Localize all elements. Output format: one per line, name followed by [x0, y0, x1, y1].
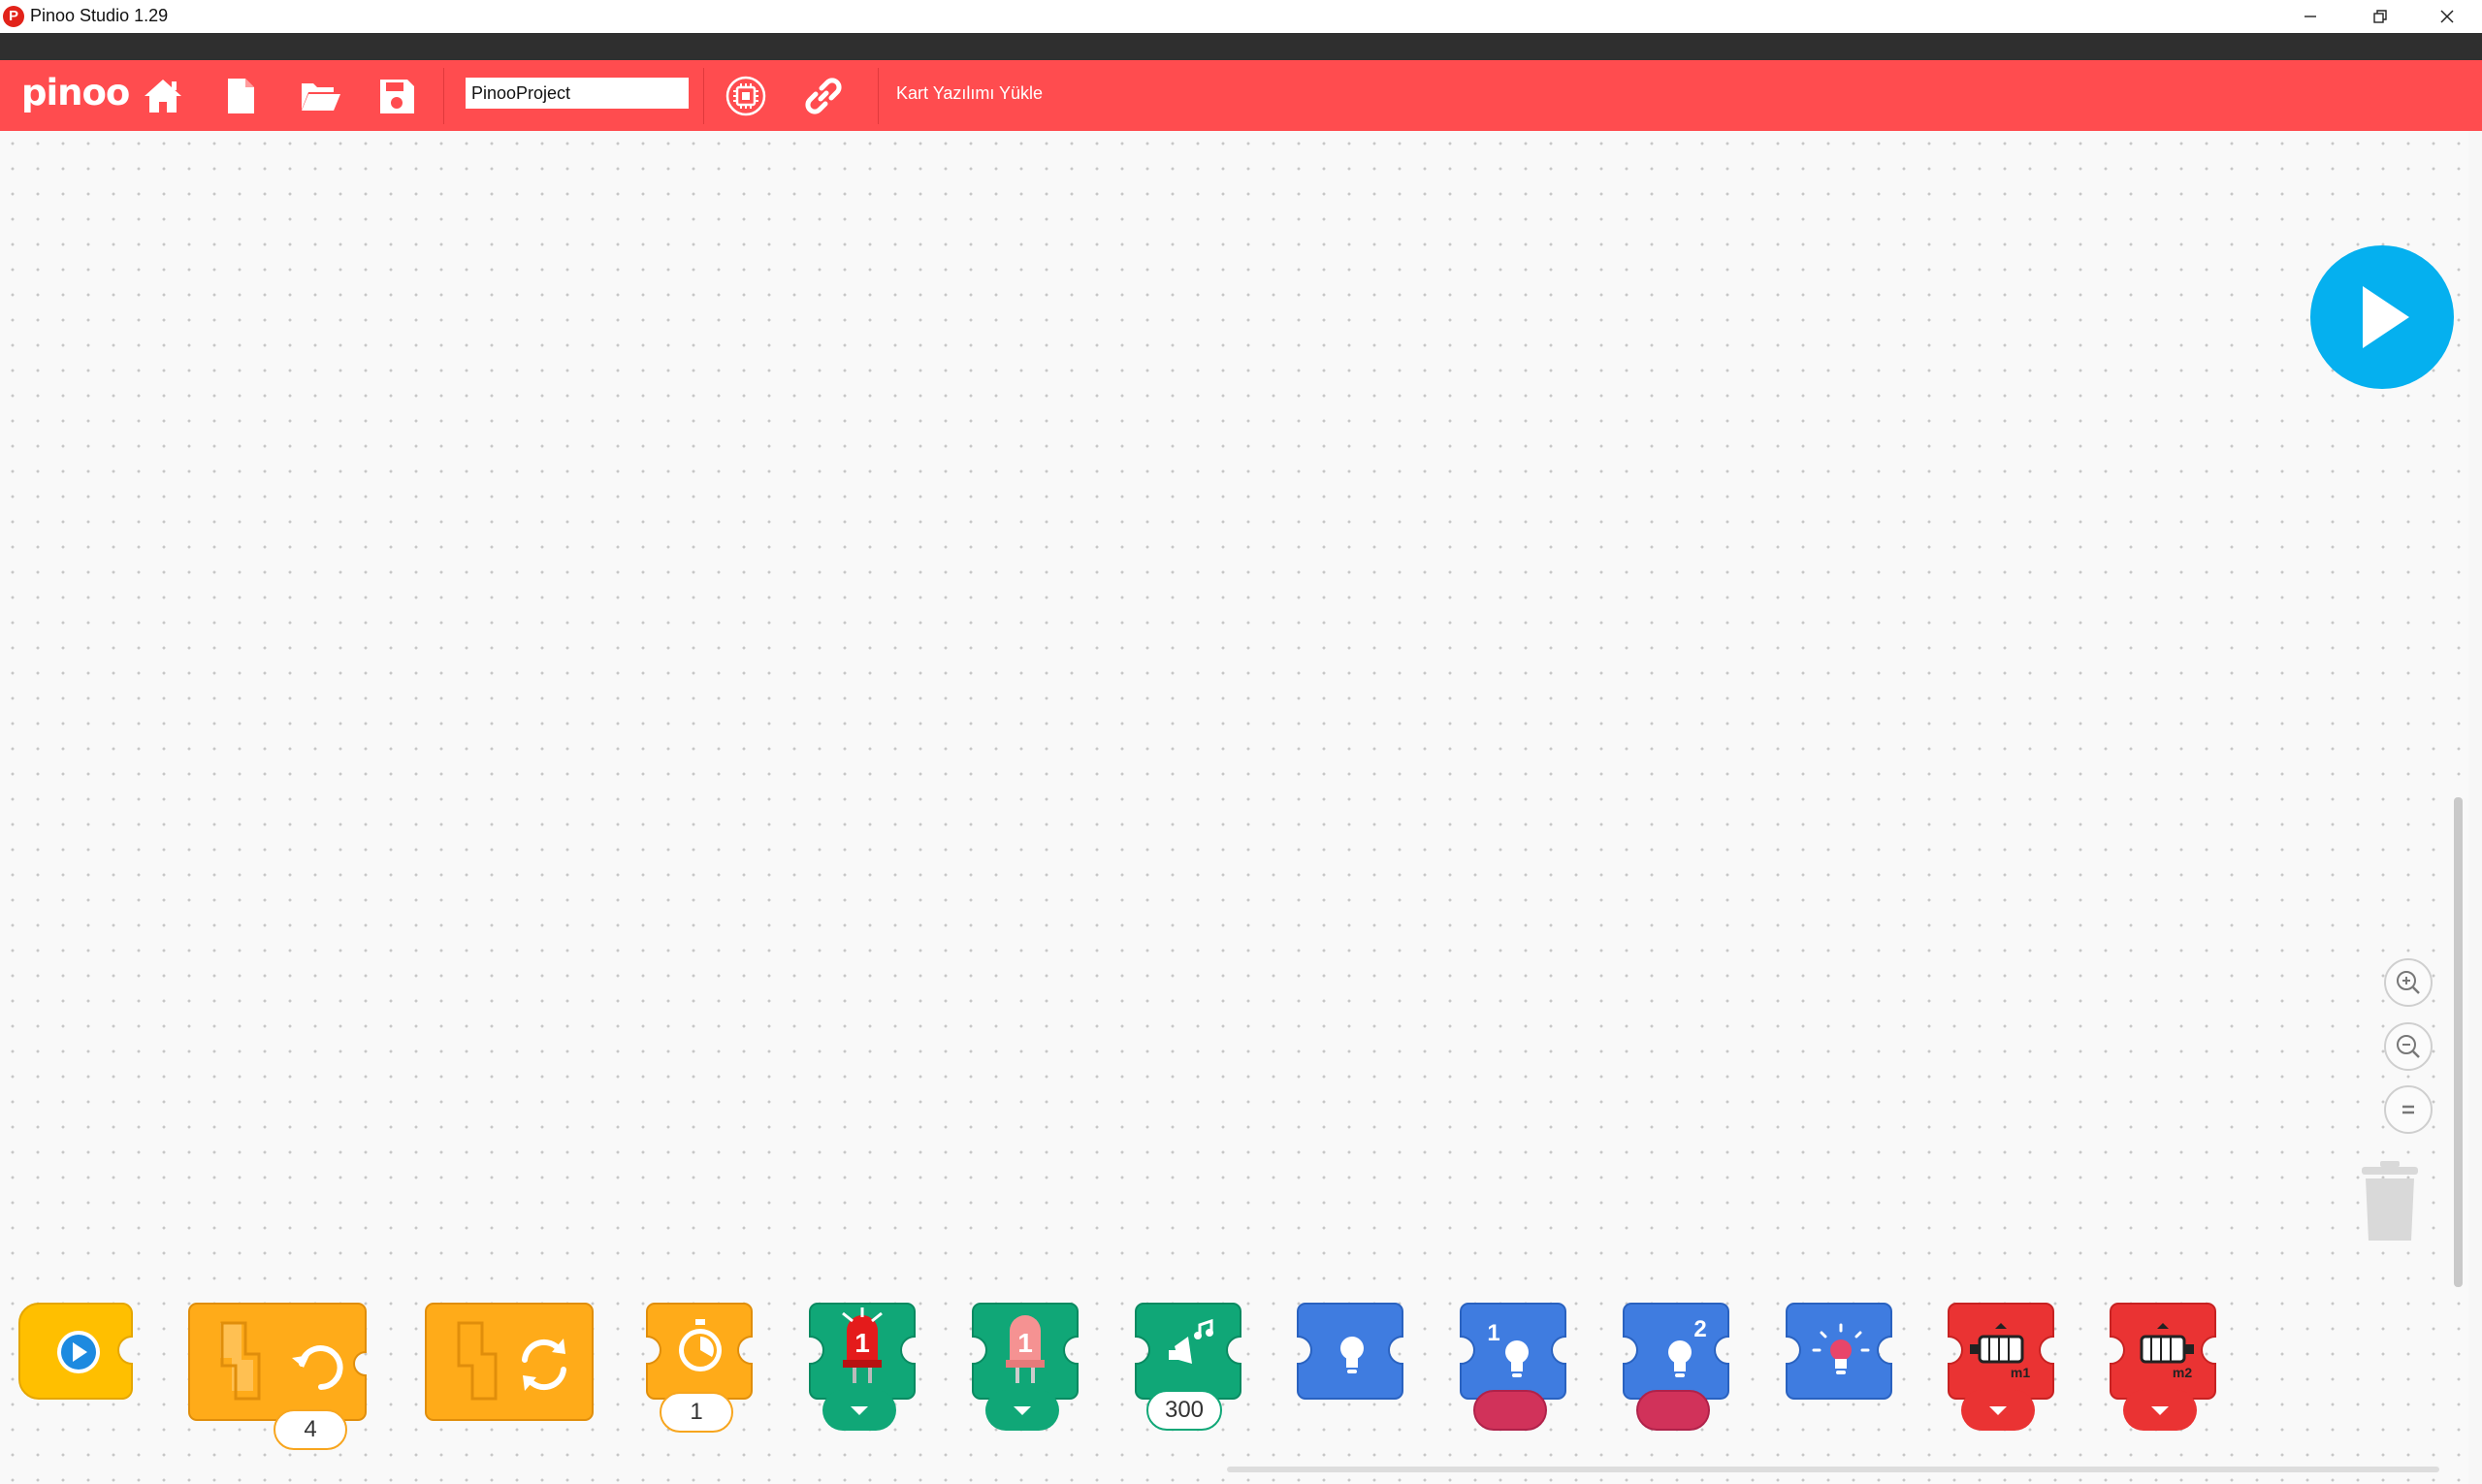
chevron-down-icon: [851, 1405, 868, 1415]
block-workspace[interactable]: [0, 131, 2468, 1484]
toolbar-separator: [703, 68, 704, 124]
pinoo-logo: pinoo: [21, 72, 130, 113]
save-button[interactable]: [373, 73, 420, 119]
chevron-down-icon: [1989, 1405, 2007, 1415]
restore-icon: [2373, 10, 2387, 23]
play-icon: [2363, 286, 2409, 348]
zoom-in-icon: [2397, 971, 2420, 994]
zoom-out-icon: [2397, 1035, 2420, 1058]
forever-block[interactable]: [424, 1302, 596, 1422]
rgb-light-block[interactable]: [1296, 1302, 1408, 1403]
wait-seconds-input[interactable]: 1: [660, 1392, 733, 1433]
zoom-in-button[interactable]: [2384, 958, 2433, 1007]
new-file-button[interactable]: [217, 73, 264, 119]
home-button[interactable]: [140, 73, 186, 119]
motor-m2-dropdown[interactable]: [2123, 1390, 2197, 1431]
chevron-down-icon: [1014, 1405, 1031, 1415]
repeat-count-input[interactable]: 4: [274, 1409, 347, 1450]
motor-label: m2: [2173, 1365, 2192, 1380]
restore-button[interactable]: [2345, 0, 2415, 33]
buzzer-block[interactable]: [1134, 1302, 1246, 1403]
link-icon: [805, 78, 842, 114]
project-name-input[interactable]: [466, 78, 689, 109]
open-folder-icon: [302, 83, 340, 111]
app-logo-icon: P: [3, 6, 24, 27]
run-button[interactable]: [2310, 245, 2454, 389]
trash-icon: [2362, 1161, 2418, 1241]
vertical-scrollbar[interactable]: [2454, 797, 2463, 1287]
toolbar-separator: [878, 68, 879, 124]
upload-firmware-button[interactable]: Kart Yazılımı Yükle: [896, 83, 1043, 104]
home-icon: [145, 80, 181, 113]
chip-button[interactable]: [723, 73, 769, 119]
window-title: Pinoo Studio 1.29: [30, 6, 169, 25]
led-off-block[interactable]: 1: [971, 1302, 1083, 1403]
trash-can[interactable]: [2360, 1161, 2420, 1242]
rgb-light-1-block[interactable]: 1: [1459, 1302, 1571, 1403]
menu-strip: [0, 33, 2482, 60]
motor-m1-block[interactable]: m1: [1947, 1302, 2059, 1403]
connect-button[interactable]: [800, 73, 847, 119]
motor-m2-block[interactable]: m2: [2109, 1302, 2221, 1403]
led-on-block[interactable]: 1: [808, 1302, 920, 1403]
buzzer-frequency-input[interactable]: 300: [1146, 1390, 1222, 1431]
zoom-reset-icon: [2402, 1105, 2414, 1114]
led-number-badge: 1: [854, 1328, 870, 1358]
light-number-badge: 2: [1693, 1316, 1706, 1342]
close-icon: [2440, 10, 2454, 23]
repeat-block[interactable]: [187, 1302, 373, 1422]
close-button[interactable]: [2412, 0, 2482, 33]
main-toolbar: pinoo: [0, 60, 2482, 131]
open-folder-button[interactable]: [297, 73, 343, 119]
motor-label: m1: [2011, 1365, 2030, 1380]
new-file-icon: [228, 79, 254, 113]
rgb-light-2-block[interactable]: 2: [1622, 1302, 1734, 1403]
light-number-badge: 1: [1487, 1320, 1499, 1346]
led-off-dropdown[interactable]: [985, 1390, 1059, 1431]
start-block[interactable]: [17, 1302, 138, 1403]
rgb-off-block[interactable]: [1785, 1302, 1897, 1403]
horizontal-scrollbar[interactable]: [1227, 1467, 2439, 1472]
zoom-out-button[interactable]: [2384, 1022, 2433, 1071]
play-icon: [57, 1331, 100, 1373]
window-titlebar: P Pinoo Studio 1.29: [0, 0, 2482, 33]
color-picker-2[interactable]: [1636, 1390, 1710, 1431]
chevron-down-icon: [2151, 1405, 2169, 1415]
zoom-reset-button[interactable]: [2384, 1085, 2433, 1134]
chip-icon: [725, 76, 766, 116]
wait-block[interactable]: [645, 1302, 757, 1403]
toolbar-separator: [443, 68, 444, 124]
minimize-button[interactable]: [2275, 0, 2345, 33]
led-on-dropdown[interactable]: [822, 1390, 896, 1431]
color-picker-1[interactable]: [1473, 1390, 1547, 1431]
motor-m1-dropdown[interactable]: [1961, 1390, 2035, 1431]
minimize-icon: [2305, 16, 2316, 17]
led-number-badge: 1: [1017, 1328, 1033, 1358]
save-icon: [380, 80, 414, 113]
